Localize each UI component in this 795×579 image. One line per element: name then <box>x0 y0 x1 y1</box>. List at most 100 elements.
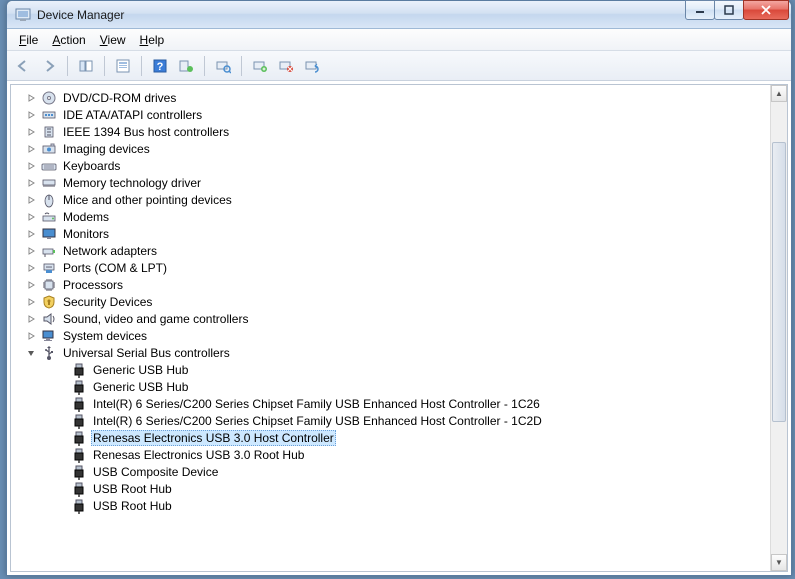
tree-item[interactable]: Generic USB Hub <box>11 361 787 378</box>
tree-item-label: USB Root Hub <box>91 482 174 496</box>
app-icon <box>15 7 31 23</box>
tree-item[interactable]: IDE ATA/ATAPI controllers <box>11 106 787 123</box>
usb-plug-icon <box>71 447 87 463</box>
tree-item[interactable]: Monitors <box>11 225 787 242</box>
tree-item[interactable]: Universal Serial Bus controllers <box>11 344 787 361</box>
add-legacy-button[interactable] <box>300 54 324 78</box>
expand-icon[interactable] <box>25 245 37 257</box>
tree-item[interactable]: Ports (COM & LPT) <box>11 259 787 276</box>
expand-icon[interactable] <box>25 279 37 291</box>
tree-item[interactable]: Mice and other pointing devices <box>11 191 787 208</box>
usb-plug-icon <box>71 379 87 395</box>
imaging-icon <box>41 141 57 157</box>
tree-item[interactable]: IEEE 1394 Bus host controllers <box>11 123 787 140</box>
toolbar-separator <box>204 56 205 76</box>
expand-icon[interactable] <box>25 126 37 138</box>
tree-item[interactable]: Sound, video and game controllers <box>11 310 787 327</box>
device-manager-window: Device Manager File Action View Help ? D… <box>6 0 792 576</box>
ieee1394-icon <box>41 124 57 140</box>
tree-item[interactable]: Imaging devices <box>11 140 787 157</box>
usb-plug-icon <box>71 362 87 378</box>
tree-item-label: Monitors <box>61 227 111 241</box>
help-button[interactable]: ? <box>148 54 172 78</box>
tree-item[interactable]: Security Devices <box>11 293 787 310</box>
content-pane: DVD/CD-ROM drives IDE ATA/ATAPI controlle… <box>10 84 788 572</box>
scroll-thumb[interactable] <box>772 142 786 422</box>
collapse-icon[interactable] <box>25 347 37 359</box>
expand-icon[interactable] <box>25 296 37 308</box>
expand-icon[interactable] <box>25 330 37 342</box>
expand-icon[interactable] <box>25 313 37 325</box>
device-tree[interactable]: DVD/CD-ROM drives IDE ATA/ATAPI controlle… <box>11 85 787 571</box>
tree-item-label: Security Devices <box>61 295 154 309</box>
tree-item[interactable]: System devices <box>11 327 787 344</box>
expand-icon[interactable] <box>25 262 37 274</box>
menu-action[interactable]: Action <box>46 31 91 49</box>
usb-plug-icon <box>71 498 87 514</box>
tree-item[interactable]: DVD/CD-ROM drives <box>11 89 787 106</box>
maximize-button[interactable] <box>714 0 744 20</box>
mouse-icon <box>41 192 57 208</box>
menu-file[interactable]: File <box>13 31 44 49</box>
tree-item[interactable]: USB Root Hub <box>11 480 787 497</box>
expand-icon[interactable] <box>25 92 37 104</box>
toolbar-separator <box>141 56 142 76</box>
scroll-down-button[interactable]: ▼ <box>771 554 787 571</box>
scroll-up-button[interactable]: ▲ <box>771 85 787 102</box>
tree-item-label: System devices <box>61 329 149 343</box>
tree-item[interactable]: Renesas Electronics USB 3.0 Root Hub <box>11 446 787 463</box>
minimize-button[interactable] <box>685 0 715 20</box>
titlebar[interactable]: Device Manager <box>7 1 791 29</box>
expand-icon[interactable] <box>25 228 37 240</box>
tree-item[interactable]: Network adapters <box>11 242 787 259</box>
update-driver-button[interactable] <box>174 54 198 78</box>
expand-icon[interactable] <box>25 177 37 189</box>
usb-icon <box>41 345 57 361</box>
usb-plug-icon <box>71 464 87 480</box>
menu-view[interactable]: View <box>94 31 132 49</box>
tree-item-label: Ports (COM & LPT) <box>61 261 169 275</box>
tree-item-label: Memory technology driver <box>61 176 203 190</box>
tree-item-label: IDE ATA/ATAPI controllers <box>61 108 204 122</box>
tree-item[interactable]: Generic USB Hub <box>11 378 787 395</box>
tree-item-label: Processors <box>61 278 125 292</box>
expand-icon[interactable] <box>25 109 37 121</box>
ide-icon <box>41 107 57 123</box>
expand-icon[interactable] <box>25 143 37 155</box>
tree-item-label: Imaging devices <box>61 142 152 156</box>
tree-item[interactable]: Renesas Electronics USB 3.0 Host Control… <box>11 429 787 446</box>
scroll-track[interactable] <box>771 102 787 554</box>
disable-button[interactable] <box>274 54 298 78</box>
tree-item[interactable]: Modems <box>11 208 787 225</box>
vertical-scrollbar[interactable]: ▲ ▼ <box>770 85 787 571</box>
sound-icon <box>41 311 57 327</box>
back-button[interactable] <box>11 54 35 78</box>
tree-item-label: Universal Serial Bus controllers <box>61 346 232 360</box>
expand-icon[interactable] <box>25 194 37 206</box>
tree-item[interactable]: USB Root Hub <box>11 497 787 514</box>
cdrom-icon <box>41 90 57 106</box>
tree-item[interactable]: Keyboards <box>11 157 787 174</box>
expand-icon[interactable] <box>25 160 37 172</box>
tree-item[interactable]: Intel(R) 6 Series/C200 Series Chipset Fa… <box>11 395 787 412</box>
show-hide-tree-button[interactable] <box>74 54 98 78</box>
expand-icon[interactable] <box>25 211 37 223</box>
tree-item[interactable]: Intel(R) 6 Series/C200 Series Chipset Fa… <box>11 412 787 429</box>
keyboard-icon <box>41 158 57 174</box>
close-button[interactable] <box>743 0 789 20</box>
menubar: File Action View Help <box>7 29 791 51</box>
tree-item-label: Generic USB Hub <box>91 380 190 394</box>
uninstall-button[interactable] <box>248 54 272 78</box>
network-icon <box>41 243 57 259</box>
tree-item[interactable]: USB Composite Device <box>11 463 787 480</box>
usb-plug-icon <box>71 396 87 412</box>
memory-icon <box>41 175 57 191</box>
tree-item[interactable]: Memory technology driver <box>11 174 787 191</box>
properties-button[interactable] <box>111 54 135 78</box>
scan-hardware-button[interactable] <box>211 54 235 78</box>
menu-help[interactable]: Help <box>134 31 171 49</box>
tree-item[interactable]: Processors <box>11 276 787 293</box>
tree-item-label: USB Composite Device <box>91 465 220 479</box>
forward-button[interactable] <box>37 54 61 78</box>
monitor-icon <box>41 226 57 242</box>
